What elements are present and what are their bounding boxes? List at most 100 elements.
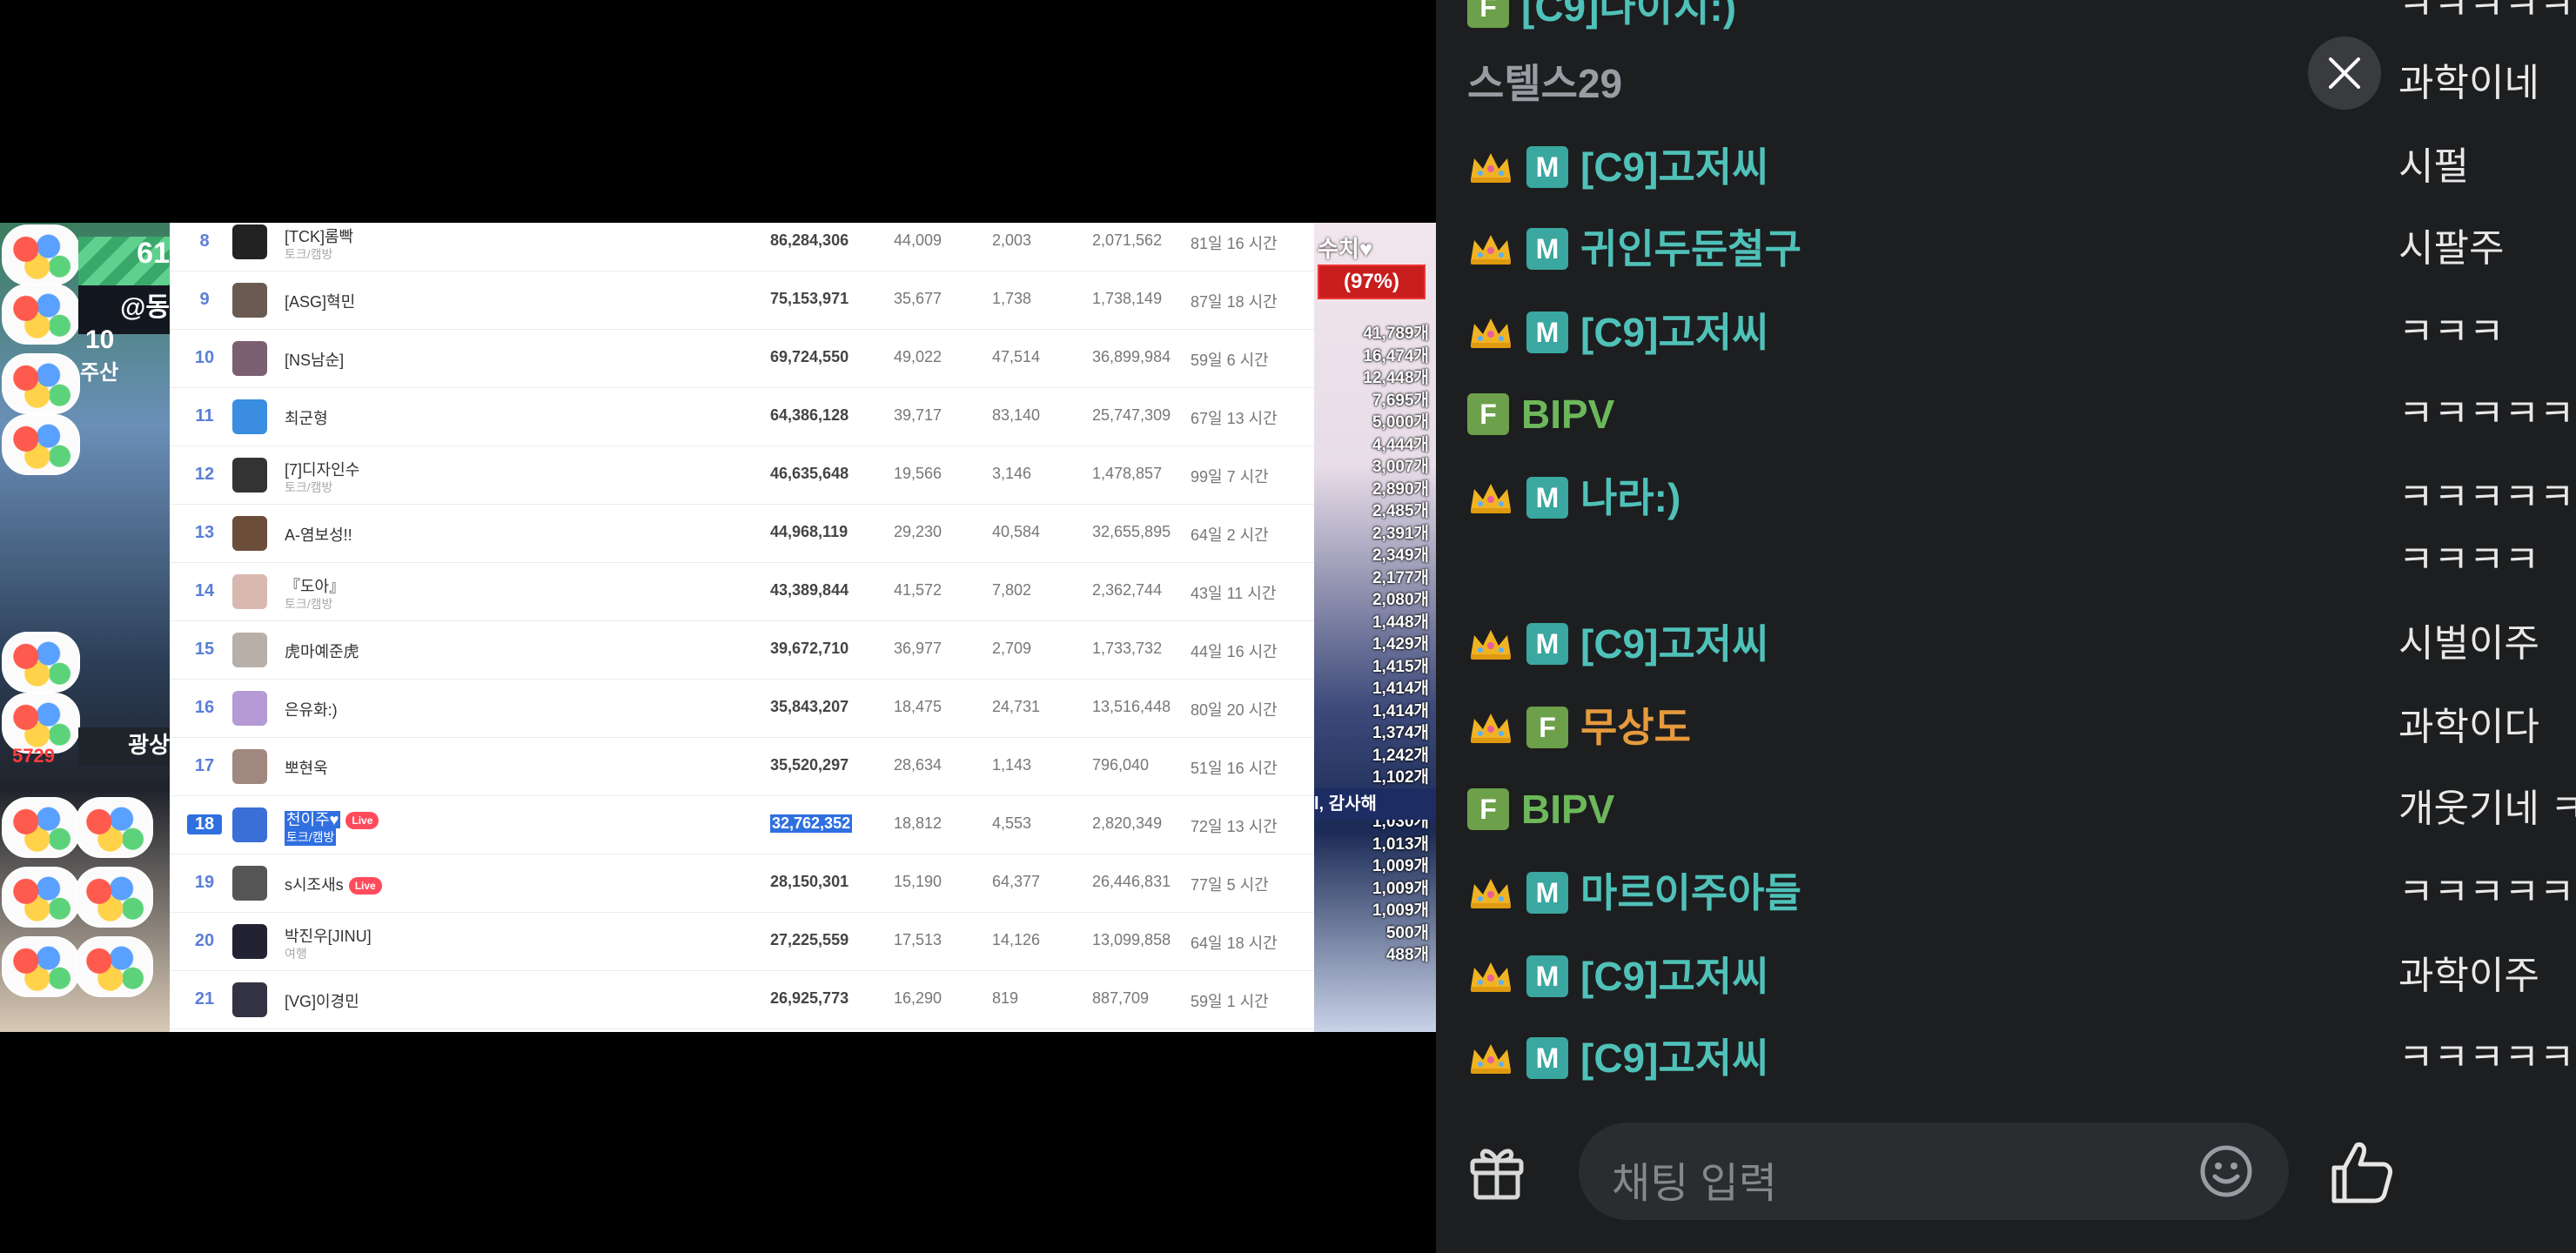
ranking-row[interactable]: 천이주♥ Live 토크/캠방 18 32,762,352 18,812 4,553 2,82… xyxy=(170,795,1314,854)
count-item: 1,009개 xyxy=(1372,901,1429,920)
ranking-row[interactable]: [VG]이경민 21 26,925,773 16,290 819 887,709 59일 1… xyxy=(170,970,1314,1029)
count-item: 2,391개 xyxy=(1372,524,1429,543)
count-item: 1,013개 xyxy=(1372,834,1429,854)
ranking-row[interactable]: 뽀현욱 17 35,520,297 28,634 1,143 796,040 51일 16 … xyxy=(170,737,1314,796)
chat-text: ㅋㅋㅋㅋㅋㅋㅋㅋㅋㅋㅋㅋㅋㅋㅋ xyxy=(2398,476,2576,519)
ranking-row[interactable]: s시조새s Live 19 28,150,301 15,190 64,377 26,446,… xyxy=(170,854,1314,913)
total-value: 43,389,844 xyxy=(770,581,849,599)
chat-nickname[interactable]: [C9]고저씨 xyxy=(1580,950,1768,1002)
crown-icon xyxy=(1467,231,1514,266)
rank-number: 10 xyxy=(194,348,215,367)
fan-badge: F xyxy=(1467,788,1509,830)
column-2-value: 15,190 xyxy=(894,873,943,890)
thumbs-up-icon[interactable] xyxy=(2327,1138,2397,1208)
duration-value: 59일 6 시간 xyxy=(1191,352,1269,369)
avatar xyxy=(232,807,267,842)
ranking-row[interactable]: [ASG]혁민 9 75,153,971 35,677 1,738 1,738,149 87… xyxy=(170,271,1314,330)
avatar xyxy=(232,516,267,551)
chat-panel: F [C9]나이치:) ㅋㅋㅋㅋㅋㅋㅋㅋㅋㅋㅋ 스텔스29 과학이네 M [C9]고저씨 시펄… xyxy=(1436,0,2576,1253)
chat-nickname[interactable]: [C9]고저씨 xyxy=(1580,306,1768,358)
chat-nickname[interactable]: BIPV xyxy=(1521,388,1614,440)
column-3-value: 40,584 xyxy=(992,523,1041,540)
ranking-row[interactable]: 은유화:) 16 35,843,207 18,475 24,731 13,516,448 8… xyxy=(170,679,1314,738)
chat-text: ㅋㅋㅋ xyxy=(2398,311,2505,353)
stream-frame: 61 @동 10 주산 광상 5729 [TCK]롬빡 토크/캠방 8 86,284,… xyxy=(0,223,1436,1032)
left-banner-num: 10 xyxy=(85,325,115,354)
streamer-name: 뽀현욱 xyxy=(285,756,328,779)
column-2-value: 16,290 xyxy=(894,989,943,1007)
column-2-value: 44,009 xyxy=(894,231,943,249)
balloon-sticker xyxy=(2,353,80,414)
total-value: 27,225,559 xyxy=(770,931,849,948)
percent-box: (97%) xyxy=(1318,265,1426,299)
chat-nickname[interactable]: [C9]나이치:) xyxy=(1521,0,1736,33)
count-item: 12,448개 xyxy=(1363,369,1429,387)
avatar xyxy=(232,458,267,492)
chat-input-field[interactable]: 채팅 입력 xyxy=(1579,1122,2289,1220)
chat-nickname[interactable]: [C9]고저씨 xyxy=(1580,618,1768,670)
ranking-row[interactable]: [7]디자인수 토크/캠방 12 46,635,648 19,566 3,146 1,478… xyxy=(170,446,1314,505)
column-3-value: 24,731 xyxy=(992,698,1041,715)
count-item: 500개 xyxy=(1385,923,1429,942)
live-badge: Live xyxy=(348,877,382,895)
ranking-row[interactable]: 최군형 11 64,386,128 39,717 83,140 25,747,309 67일… xyxy=(170,387,1314,446)
chat-nickname[interactable]: 스텔스29 xyxy=(1467,57,1622,110)
column-2-value: 29,230 xyxy=(894,523,943,540)
ranking-row[interactable]: [NS남순] 10 69,724,550 49,022 47,514 36,899,984… xyxy=(170,329,1314,388)
chat-text: 시펄 xyxy=(2398,145,2469,188)
balloon-sticker xyxy=(75,797,153,858)
streamer-category: 토크/캠방 xyxy=(285,597,333,611)
ranking-row[interactable]: [TCK]롬빡 토크/캠방 8 86,284,306 44,009 2,003 2,071,… xyxy=(170,223,1314,271)
streamer-name: 『도아』 xyxy=(285,574,345,597)
streamer-name: 虎마예준虎 xyxy=(285,640,359,662)
count-item: 2,349개 xyxy=(1372,546,1429,565)
column-3-value: 83,140 xyxy=(992,406,1041,424)
ranking-row[interactable]: 虎마예준虎 15 39,672,710 36,977 2,709 1,733,732 44일… xyxy=(170,620,1314,680)
streamer-name-text: A-염보성!! xyxy=(285,526,352,544)
streamer-name-text: 최군형 xyxy=(285,410,328,427)
left-label: 주산 xyxy=(80,361,119,385)
total-value: 46,635,648 xyxy=(770,465,849,482)
heart-label: 수치♥ xyxy=(1318,236,1373,262)
streamer-name-text: 천이주♥ xyxy=(285,811,341,828)
column-4-value: 32,655,895 xyxy=(1092,523,1171,540)
total-value: 35,520,297 xyxy=(770,756,849,774)
column-2-value: 36,977 xyxy=(894,640,943,657)
rank-number: 21 xyxy=(194,989,215,1008)
total-value: 64,386,128 xyxy=(770,406,849,424)
chat-text: 과학이주 xyxy=(2398,955,2539,997)
gift-icon[interactable] xyxy=(1466,1140,1528,1203)
ranking-row[interactable]: 박진우[JINU] 여행 20 27,225,559 17,513 14,126 13,09… xyxy=(170,912,1314,971)
emoji-icon[interactable] xyxy=(2198,1143,2254,1199)
streamer-category: 토크/캠방 xyxy=(285,247,333,261)
avatar xyxy=(232,341,267,376)
chat-nickname[interactable]: 무상도 xyxy=(1580,701,1691,754)
chat-nickname[interactable]: [C9]고저씨 xyxy=(1580,1032,1768,1084)
chat-message-list[interactable]: F [C9]나이치:) ㅋㅋㅋㅋㅋㅋㅋㅋㅋㅋㅋ 스텔스29 과학이네 M [C9]고저씨 시펄… xyxy=(1436,0,2576,1088)
close-button[interactable] xyxy=(2308,37,2381,110)
chat-nickname[interactable]: [C9]고저씨 xyxy=(1580,141,1768,193)
balloon-sticker xyxy=(2,284,80,345)
ranking-row[interactable]: A-염보성!! 13 44,968,119 29,230 40,584 32,655,89… xyxy=(170,504,1314,563)
column-2-value: 17,513 xyxy=(894,931,943,948)
duration-value: 51일 16 시간 xyxy=(1191,760,1278,777)
column-3-value: 3,146 xyxy=(992,465,1032,482)
count-item: 1,414개 xyxy=(1372,701,1429,720)
manager-badge: M xyxy=(1526,1037,1568,1079)
video-player[interactable]: 61 @동 10 주산 광상 5729 [TCK]롬빡 토크/캠방 8 86,284,… xyxy=(0,0,1436,1253)
total-value: 35,843,207 xyxy=(770,698,849,715)
avatar xyxy=(232,633,267,667)
avatar xyxy=(232,924,267,959)
chat-nickname[interactable]: 나라:) xyxy=(1580,472,1680,524)
chat-nickname[interactable]: 마르이주아들 xyxy=(1580,867,1801,919)
chat-nickname[interactable]: BIPV xyxy=(1521,783,1614,835)
column-4-value: 2,362,744 xyxy=(1092,581,1163,599)
rank-number: 13 xyxy=(194,523,215,542)
manager-badge: M xyxy=(1526,872,1568,914)
chat-text: 시벌이주 xyxy=(2398,622,2539,665)
streamer-name-text: [TCK]롬빡 xyxy=(285,228,354,245)
ranking-row[interactable]: 『도아』 토크/캠방 14 43,389,844 41,572 7,802 2,362,74… xyxy=(170,562,1314,621)
duration-value: 87일 18 시간 xyxy=(1191,293,1278,311)
chat-nickname[interactable]: 귀인두둔철구 xyxy=(1580,223,1801,275)
avatar xyxy=(232,283,267,318)
